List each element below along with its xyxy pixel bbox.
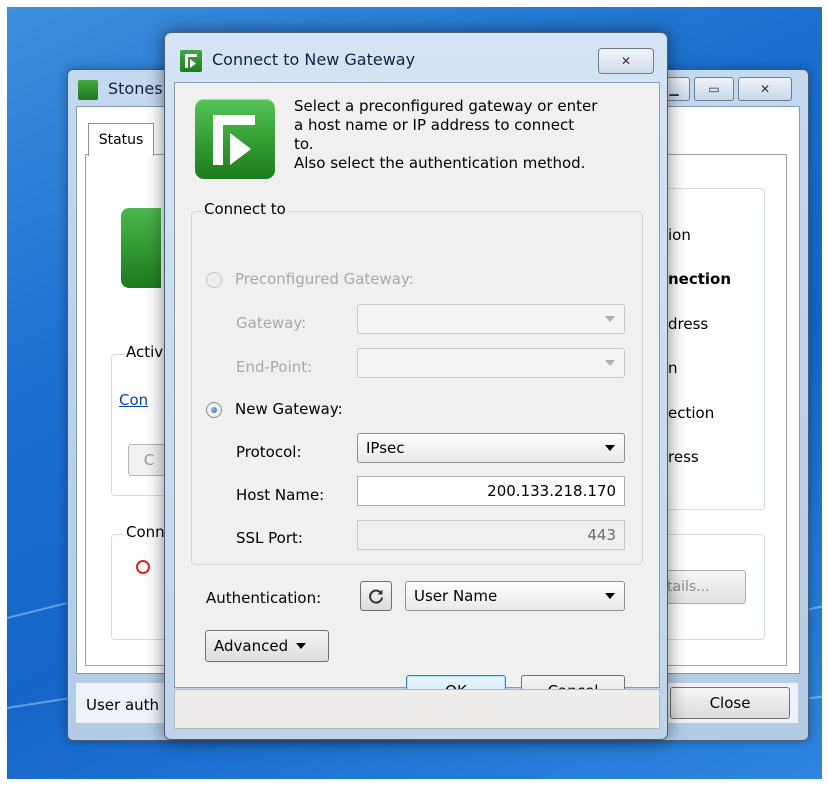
gateway-select[interactable] xyxy=(357,304,625,334)
app-logo-icon xyxy=(78,80,98,100)
protocol-select[interactable]: IPsec xyxy=(357,433,625,463)
intro-line: Select a preconfigured gateway or enter xyxy=(294,97,598,115)
refresh-button[interactable] xyxy=(360,581,392,611)
info-label-5: ection xyxy=(668,404,715,422)
info-label-3: dress xyxy=(668,315,709,333)
dialog-body: Select a preconfigured gateway or enter … xyxy=(174,82,660,707)
maximize-button[interactable]: ▭ xyxy=(694,77,734,101)
chevron-down-icon xyxy=(605,360,615,366)
ssl-port-label: SSL Port: xyxy=(236,529,303,547)
host-name-label: Host Name: xyxy=(236,486,325,504)
dialog-title: Connect to New Gateway xyxy=(212,50,416,69)
gateway-label: Gateway: xyxy=(236,314,307,332)
host-name-input[interactable]: 200.133.218.170 xyxy=(357,476,625,506)
chevron-down-icon xyxy=(605,316,615,322)
authentication-label: Authentication: xyxy=(206,589,322,607)
refresh-icon xyxy=(369,589,383,604)
ssl-port-input[interactable]: 443 xyxy=(357,520,625,550)
dialog-close-button[interactable]: ✕ xyxy=(598,48,654,74)
info-label-1: ion xyxy=(668,226,691,244)
preconfigured-gateway-radio[interactable] xyxy=(206,272,222,288)
protocol-label: Protocol: xyxy=(236,443,302,461)
tab-status[interactable]: Status xyxy=(88,123,154,156)
intro-line: a host name or IP address to connect xyxy=(294,116,575,134)
status-text: User auth xyxy=(86,696,160,714)
details-button[interactable]: tails... xyxy=(664,570,746,604)
connect-gateway-dialog: Connect to New Gateway ✕ Select a precon… xyxy=(164,32,668,740)
window-close-button[interactable]: ✕ xyxy=(738,77,792,101)
new-gateway-label: New Gateway: xyxy=(235,400,343,418)
connect-to-group xyxy=(191,211,643,565)
info-label-4: n xyxy=(668,359,678,377)
authentication-select-value: User Name xyxy=(414,587,498,605)
disconnected-icon xyxy=(136,560,150,574)
endpoint-select[interactable] xyxy=(357,348,625,378)
connect-link[interactable]: Con xyxy=(119,391,148,409)
intro-line: to. xyxy=(294,135,314,153)
dialog-logo-icon xyxy=(180,50,202,72)
dialog-status-bar xyxy=(174,689,660,729)
new-gateway-radio[interactable] xyxy=(206,402,222,418)
active-group-legend: Activ xyxy=(124,343,166,361)
close-button[interactable]: Close xyxy=(670,687,790,719)
intro-text: Select a preconfigured gateway or enter … xyxy=(294,97,634,173)
chevron-down-icon xyxy=(296,643,307,649)
intro-line: Also select the authentication method. xyxy=(294,154,586,172)
protocol-select-value: IPsec xyxy=(366,439,405,457)
window-title: Stones xyxy=(108,79,163,98)
preconfigured-gateway-label: Preconfigured Gateway: xyxy=(235,270,414,288)
info-label-2: nection xyxy=(668,270,732,288)
connect-to-legend: Connect to xyxy=(201,200,289,218)
app-logo-large-icon xyxy=(121,208,161,288)
chevron-down-icon xyxy=(605,593,615,599)
endpoint-label: End-Point: xyxy=(236,358,313,376)
gateway-logo-icon xyxy=(195,99,275,179)
connection-group-legend: Conn xyxy=(124,523,167,541)
authentication-select[interactable]: User Name xyxy=(405,581,625,611)
chevron-down-icon xyxy=(605,445,615,451)
info-label-6: ress xyxy=(668,448,699,466)
advanced-button[interactable]: Advanced xyxy=(205,630,329,662)
advanced-button-label: Advanced xyxy=(214,637,289,655)
